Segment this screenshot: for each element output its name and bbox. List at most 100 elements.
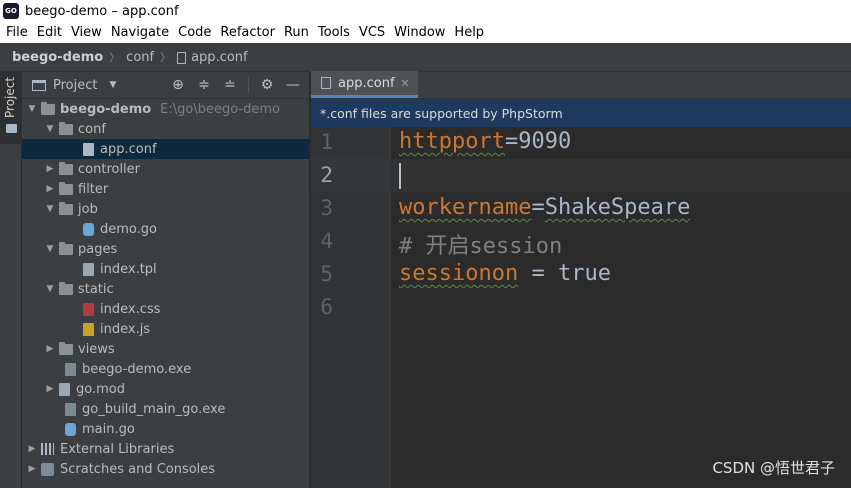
tree-item-label: index.css [100,301,161,317]
tree-item-label: pages [78,241,118,257]
tree-item-go-mod[interactable]: ▶ go.mod [22,379,309,399]
tree-item-demo-go[interactable]: demo.go [22,219,309,239]
chevron-right-icon[interactable]: ▶ [26,444,38,454]
tree-item-scratches[interactable]: ▶ Scratches and Consoles [22,459,309,479]
config-operator: = [531,195,545,220]
locate-target-icon[interactable]: ⊕ [170,77,186,93]
plugin-suggestion-banner: *.conf files are supported by PhpStorm [311,99,851,127]
chevron-down-icon[interactable]: ▼ [44,204,56,214]
tree-item-label: go.mod [76,381,125,397]
project-panel: Project ▼ ⊕ ≑ ≐ ⚙ — ▼ beego-demo E:\go\b… [22,72,310,488]
expand-all-icon[interactable]: ≑ [196,77,212,93]
folder-icon [59,121,73,135]
tree-item-label: app.conf [100,141,157,157]
tree-item-index-css[interactable]: index.css [22,299,309,319]
project-view-selector[interactable]: Project [53,78,97,93]
config-operator: = [504,129,519,154]
project-panel-header: Project ▼ ⊕ ≑ ≐ ⚙ — [22,72,309,99]
menu-navigate[interactable]: Navigate [107,25,174,40]
folder-icon [59,161,73,175]
tree-item-label: conf [78,121,106,137]
collapse-all-icon[interactable]: ≐ [222,77,238,93]
menu-run[interactable]: Run [280,25,314,40]
menu-help[interactable]: Help [450,25,489,40]
tree-item-pages[interactable]: ▼ pages [22,239,309,259]
tree-item-root[interactable]: ▼ beego-demo E:\go\beego-demo [22,99,309,119]
tree-item-label: go_build_main_go.exe [82,401,226,417]
config-value: true [557,261,611,286]
config-key: sessionon [399,261,519,286]
tree-item-static[interactable]: ▼ static [22,279,309,299]
tree-item-job[interactable]: ▼ job [22,199,309,219]
tree-item-label: job [78,201,98,217]
tab-app-conf[interactable]: app.conf ✕ [311,71,418,98]
menu-edit[interactable]: Edit [33,25,67,40]
tree-item-label: Scratches and Consoles [60,461,216,477]
toolbar-divider [248,77,249,93]
scratches-icon [41,462,54,476]
tree-item-index-js[interactable]: index.js [22,319,309,339]
code-line: workername=ShakeSpeare [399,195,690,220]
chevron-right-icon: 〉 [160,51,172,64]
menu-vcs[interactable]: VCS [355,25,390,40]
go-mod-file-icon [59,382,70,396]
tree-item-controller[interactable]: ▶ controller [22,159,309,179]
folder-icon [59,241,73,255]
tree-item-views[interactable]: ▶ views [22,339,309,359]
dropdown-caret-icon[interactable]: ▼ [109,80,116,90]
menu-file[interactable]: File [2,25,33,40]
chevron-right-icon[interactable]: ▶ [44,344,56,354]
tree-item-filter[interactable]: ▶ filter [22,179,309,199]
line-number: 4 [320,229,333,253]
config-file-icon [177,52,187,64]
js-file-icon [83,322,94,336]
line-number: 3 [320,196,333,220]
menu-code[interactable]: Code [174,25,216,40]
chevron-down-icon[interactable]: ▼ [44,284,56,294]
tree-item-index-tpl[interactable]: index.tpl [22,259,309,279]
current-line-highlight [311,159,851,192]
tree-item-app-conf[interactable]: app.conf [22,139,309,159]
menu-tools[interactable]: Tools [314,25,355,40]
text-caret [399,163,401,189]
config-file-icon [321,77,331,89]
config-value: ShakeSpeare [544,195,691,220]
chevron-down-icon[interactable]: ▼ [44,244,56,254]
breadcrumb-file[interactable]: app.conf [191,50,248,65]
breadcrumb-folder[interactable]: conf [126,50,154,65]
gear-icon[interactable]: ⚙ [259,77,275,93]
code-area[interactable]: 1 2 3 4 5 6 httpport=9090 workername=Sha… [311,127,851,488]
tree-item-beego-demo-exe[interactable]: beego-demo.exe [22,359,309,379]
chevron-right-icon[interactable]: ▶ [26,464,38,474]
chevron-right-icon[interactable]: ▶ [44,384,56,394]
close-icon[interactable]: ✕ [401,77,410,90]
chevron-down-icon[interactable]: ▼ [44,124,56,134]
menu-refactor[interactable]: Refactor [216,25,280,40]
tree-item-main-go[interactable]: main.go [22,419,309,439]
tree-item-conf[interactable]: ▼ conf [22,119,309,139]
tree-item-label: index.js [100,321,151,337]
breadcrumb-project[interactable]: beego-demo [12,50,103,65]
chevron-right-icon[interactable]: ▶ [44,184,56,194]
folder-icon [59,281,73,295]
minimize-icon[interactable]: — [285,77,301,93]
folder-icon [6,124,17,133]
code-line: sessionon = true [399,261,611,286]
window-title: beego-demo – app.conf [25,3,179,19]
project-tool-tab[interactable]: Project [0,72,22,144]
code-line: httpport=9090 [399,129,571,154]
tree-item-external-libraries[interactable]: ▶ External Libraries [22,439,309,459]
menu-window[interactable]: Window [390,25,450,40]
tree-item-label: filter [78,181,109,197]
project-tree: ▼ beego-demo E:\go\beego-demo ▼ conf app… [22,99,309,479]
chevron-down-icon[interactable]: ▼ [26,104,38,114]
folder-icon [59,201,73,215]
tree-item-go-build-exe[interactable]: go_build_main_go.exe [22,399,309,419]
config-comment: # 开启session [399,234,563,259]
menu-view[interactable]: View [67,25,107,40]
tab-label: app.conf [338,75,395,91]
config-key: workername [399,195,532,220]
line-number: 2 [320,163,333,187]
chevron-right-icon[interactable]: ▶ [44,164,56,174]
folder-icon [59,341,73,355]
